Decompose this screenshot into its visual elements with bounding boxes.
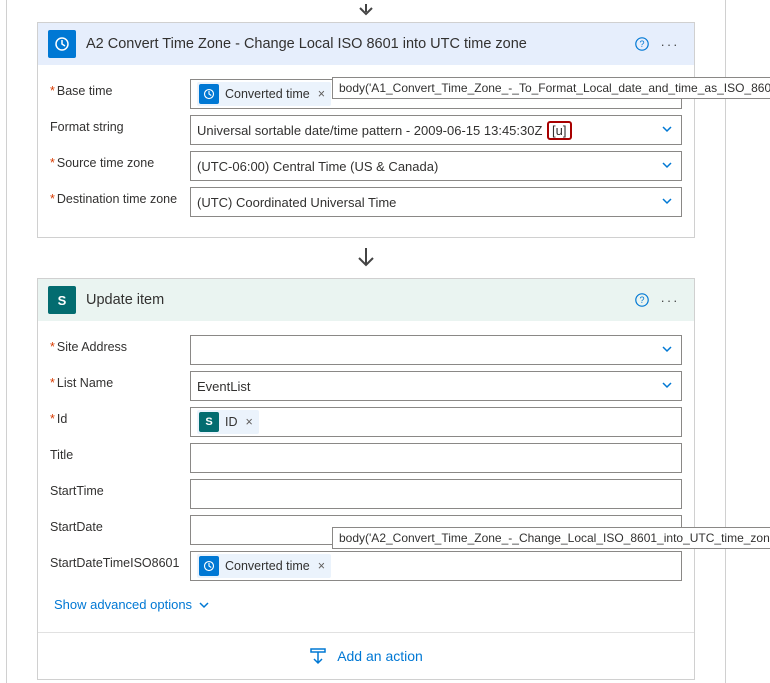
dest-tz-value: (UTC) Coordinated Universal Time xyxy=(197,195,396,210)
expression-tooltip: body('A2_Convert_Time_Zone_-_Change_Loca… xyxy=(332,527,770,549)
card-header[interactable]: A2 Convert Time Zone - Change Local ISO … xyxy=(38,23,694,65)
site-address-row: Site Address xyxy=(50,335,682,365)
id-token[interactable]: S ID × xyxy=(197,410,259,434)
chevron-down-icon xyxy=(661,343,673,358)
title-input[interactable] xyxy=(190,443,682,473)
site-address-select[interactable] xyxy=(190,335,682,365)
designer-canvas: A2 Convert Time Zone - Change Local ISO … xyxy=(6,0,726,683)
token-remove[interactable]: × xyxy=(316,559,325,573)
token-label: Converted time xyxy=(225,87,310,101)
chevron-down-icon xyxy=(661,159,673,174)
token-remove[interactable]: × xyxy=(244,415,253,429)
add-step-icon xyxy=(309,647,327,665)
title-row: Title xyxy=(50,443,682,473)
token-label: Converted time xyxy=(225,559,310,573)
id-field[interactable]: S ID × xyxy=(190,407,682,437)
format-string-select[interactable]: Universal sortable date/time pattern - 2… xyxy=(190,115,682,145)
dest-tz-row: Destination time zone (UTC) Coordinated … xyxy=(50,187,682,217)
site-address-label: Site Address xyxy=(50,335,190,354)
connector-arrow-mid xyxy=(7,238,725,278)
help-button[interactable]: ? xyxy=(628,30,656,58)
source-tz-select[interactable]: (UTC-06:00) Central Time (US & Canada) xyxy=(190,151,682,181)
clock-icon xyxy=(48,30,76,58)
start-dt-iso-label: StartDateTimeISO8601 xyxy=(50,551,190,570)
converted-time-token[interactable]: Converted time × xyxy=(197,554,331,578)
chevron-down-icon xyxy=(198,599,210,611)
sharepoint-icon: S xyxy=(48,286,76,314)
dest-tz-select[interactable]: (UTC) Coordinated Universal Time xyxy=(190,187,682,217)
card-title: Update item xyxy=(86,292,628,308)
list-name-select[interactable]: EventList xyxy=(190,371,682,401)
source-tz-value: (UTC-06:00) Central Time (US & Canada) xyxy=(197,159,438,174)
help-button[interactable]: ? xyxy=(628,286,656,314)
start-time-input[interactable] xyxy=(190,479,682,509)
chevron-down-icon xyxy=(661,379,673,394)
show-advanced-options[interactable]: Show advanced options xyxy=(50,587,214,618)
title-label: Title xyxy=(50,443,190,462)
card-body: Site Address List Name EventList xyxy=(38,321,694,632)
list-name-value: EventList xyxy=(197,379,250,394)
start-time-row: StartTime xyxy=(50,479,682,509)
u-highlight: [u] xyxy=(547,121,571,140)
clock-icon xyxy=(199,84,219,104)
format-string-value: Universal sortable date/time pattern - 2… xyxy=(197,123,546,138)
connector-arrow-top xyxy=(7,0,725,22)
convert-time-zone-card: A2 Convert Time Zone - Change Local ISO … xyxy=(37,22,695,238)
format-string-label: Format string xyxy=(50,115,190,134)
card-header[interactable]: S Update item ? ··· xyxy=(38,279,694,321)
advanced-toggle-label: Show advanced options xyxy=(54,597,192,612)
expression-tooltip: body('A1_Convert_Time_Zone_-_To_Format_L… xyxy=(332,77,770,99)
add-action-button[interactable]: Add an action xyxy=(38,647,694,665)
id-row: Id S ID × xyxy=(50,407,682,437)
svg-text:?: ? xyxy=(639,295,644,305)
add-action-label: Add an action xyxy=(337,648,423,664)
source-tz-row: Source time zone (UTC-06:00) Central Tim… xyxy=(50,151,682,181)
format-string-row: Format string Universal sortable date/ti… xyxy=(50,115,682,145)
chevron-down-icon xyxy=(661,123,673,138)
list-name-row: List Name EventList xyxy=(50,371,682,401)
more-button[interactable]: ··· xyxy=(656,286,684,314)
more-button[interactable]: ··· xyxy=(656,30,684,58)
start-dt-iso-field[interactable]: Converted time × xyxy=(190,551,682,581)
chevron-down-icon xyxy=(661,195,673,210)
add-action-section: Add an action xyxy=(38,632,694,679)
token-label: ID xyxy=(225,415,238,429)
list-name-label: List Name xyxy=(50,371,190,390)
svg-text:?: ? xyxy=(639,39,644,49)
id-label: Id xyxy=(50,407,190,426)
token-remove[interactable]: × xyxy=(316,87,325,101)
card-title: A2 Convert Time Zone - Change Local ISO … xyxy=(86,36,628,52)
clock-icon xyxy=(199,556,219,576)
sharepoint-icon: S xyxy=(199,412,219,432)
converted-time-token[interactable]: Converted time × xyxy=(197,82,331,106)
update-item-card: S Update item ? ··· Site Address List Na… xyxy=(37,278,695,680)
dest-tz-label: Destination time zone xyxy=(50,187,190,206)
start-dt-iso-row: StartDateTimeISO8601 Converted time × xyxy=(50,551,682,581)
source-tz-label: Source time zone xyxy=(50,151,190,170)
start-date-label: StartDate xyxy=(50,515,190,534)
start-time-label: StartTime xyxy=(50,479,190,498)
base-time-label: Base time xyxy=(50,79,190,98)
